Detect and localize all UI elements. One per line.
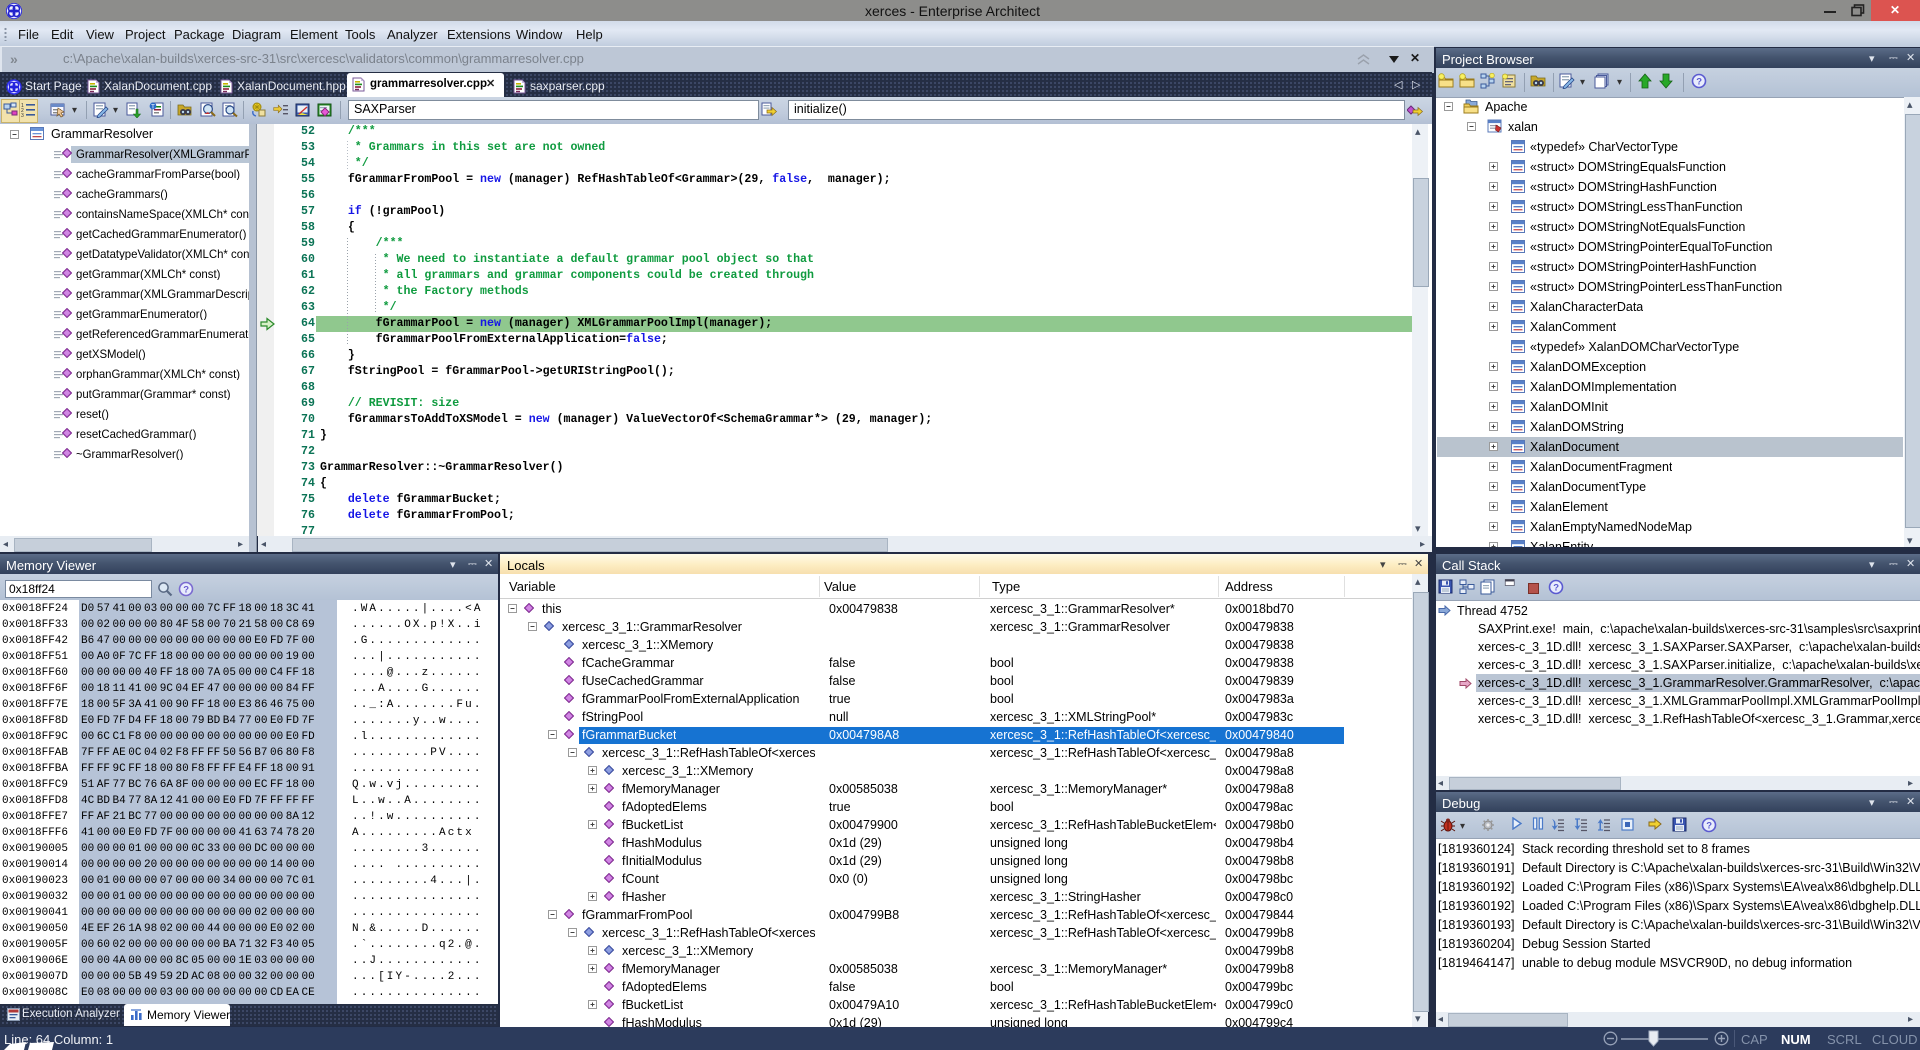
svg-text:?: ? xyxy=(1696,76,1702,87)
svg-text:?: ? xyxy=(1553,582,1559,593)
svg-text:?: ? xyxy=(183,584,189,595)
svg-text:T: T xyxy=(151,103,155,110)
svg-text:3: 3 xyxy=(21,113,24,118)
svg-text:?: ? xyxy=(1706,820,1712,831)
